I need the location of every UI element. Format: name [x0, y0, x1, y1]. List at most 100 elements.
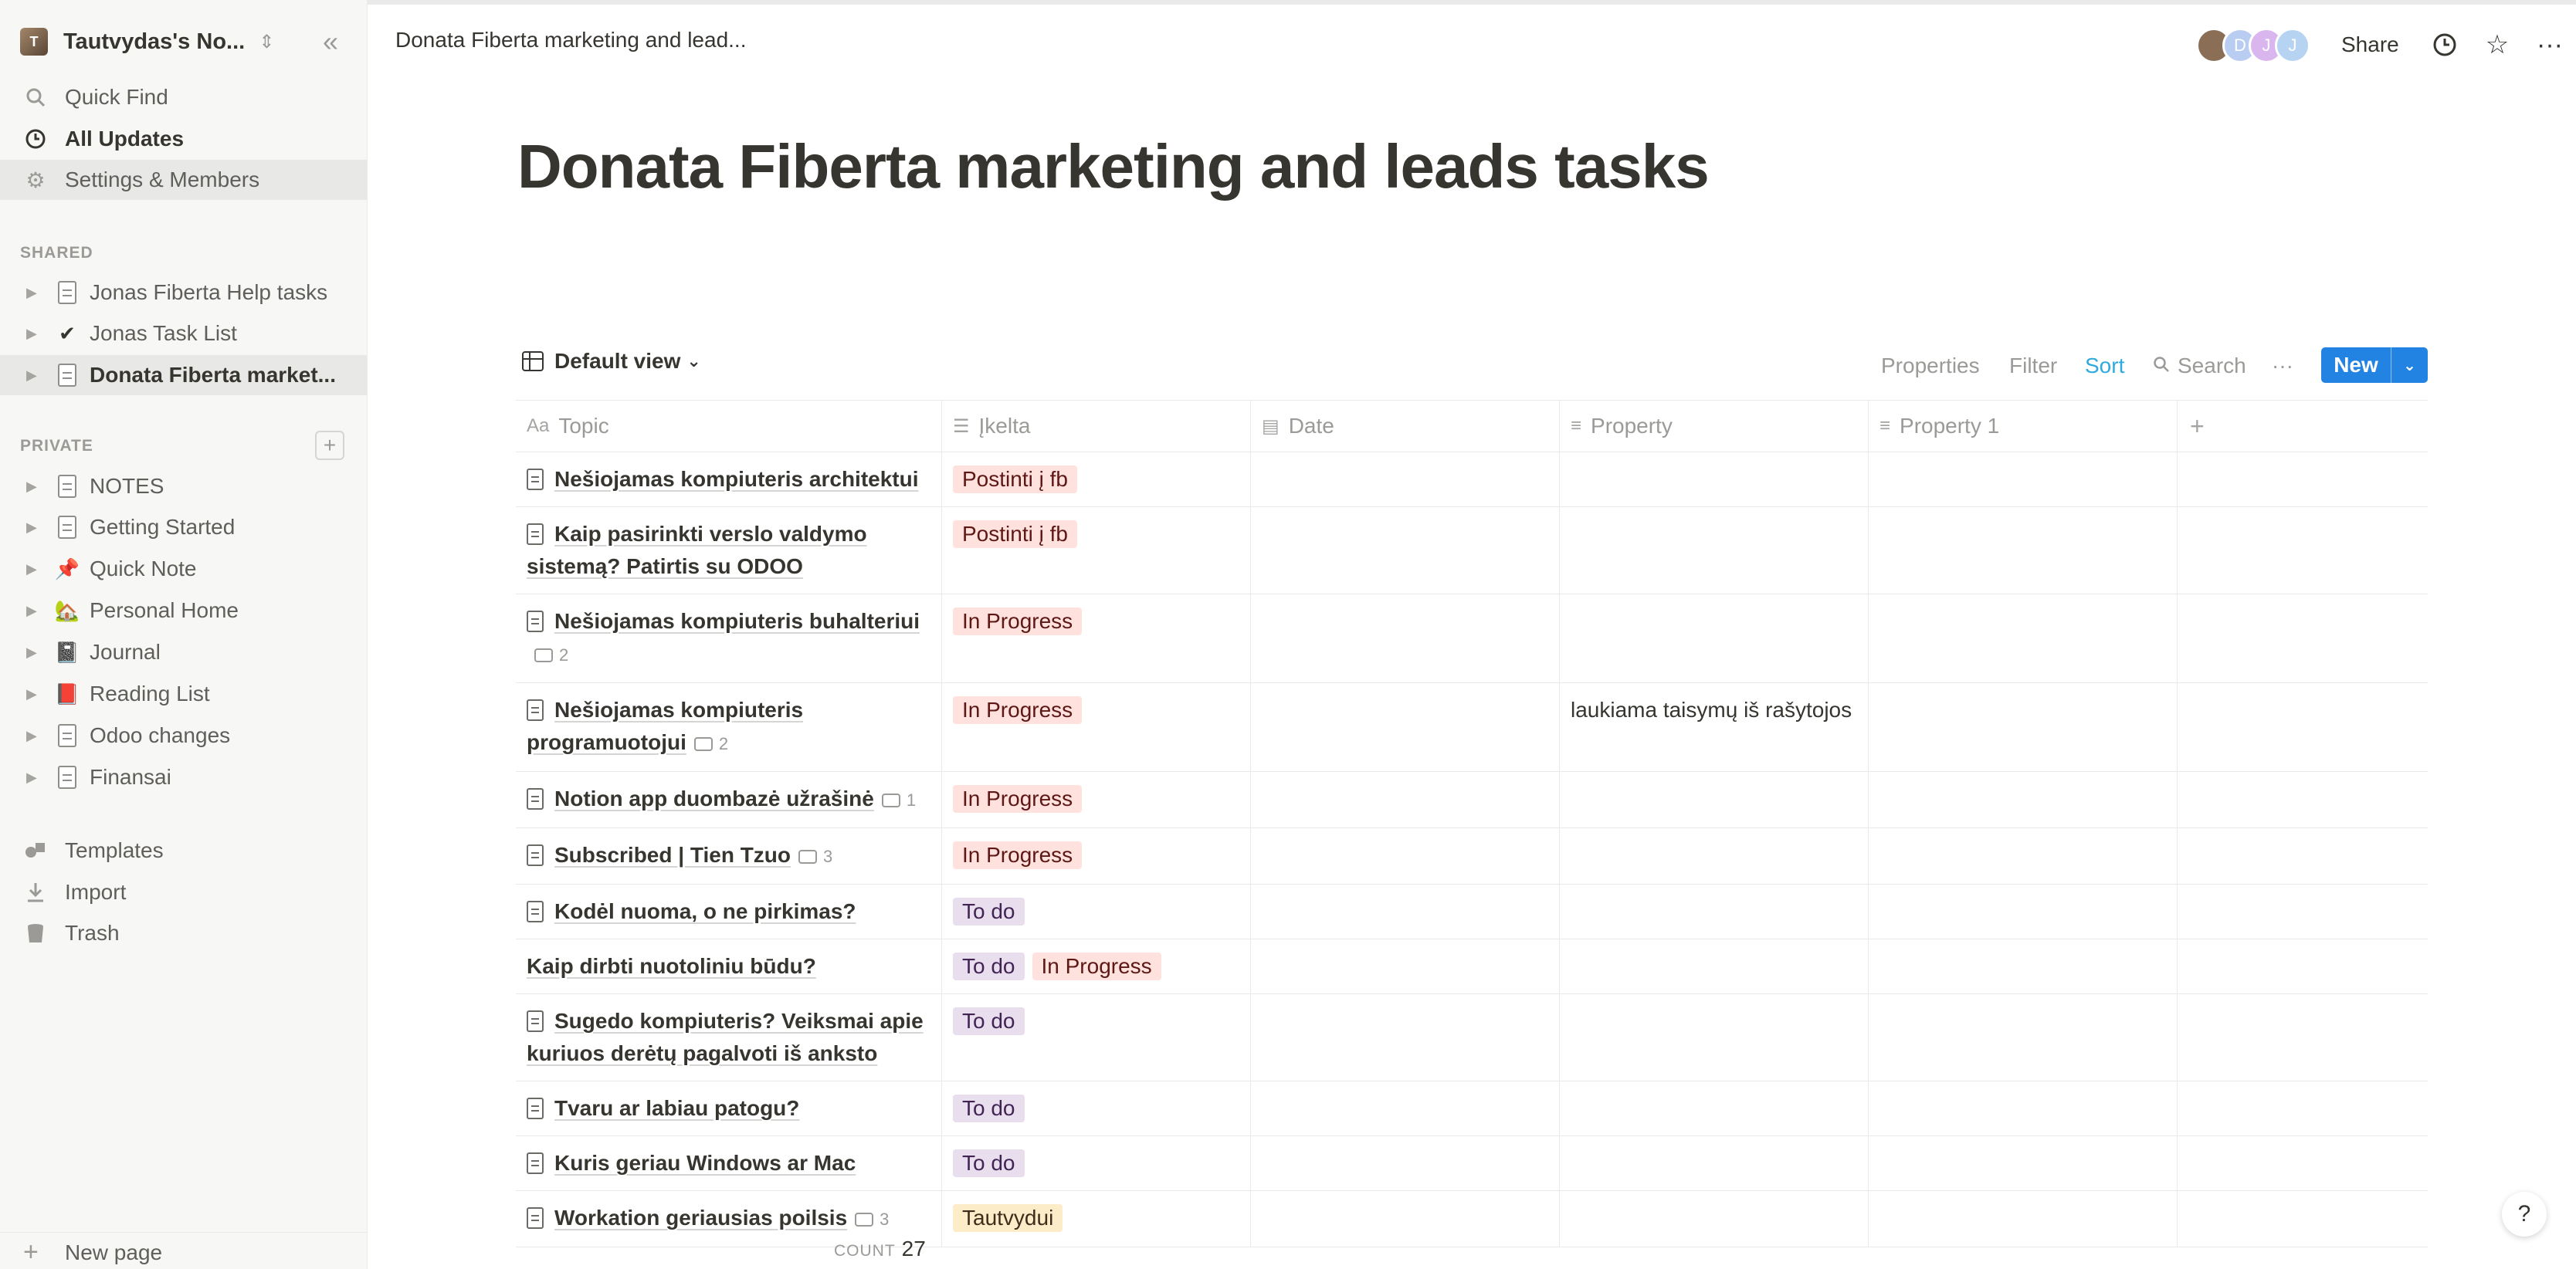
history-clock-icon[interactable]: [2428, 28, 2462, 62]
cell-property[interactable]: [1560, 1136, 1869, 1190]
comment-count[interactable]: 3: [798, 841, 832, 873]
sidebar-settings-members[interactable]: ⚙ Settings & Members: [0, 160, 367, 200]
cell-topic[interactable]: Nešiojamas kompiuteris architektui: [516, 452, 942, 506]
new-page-button[interactable]: + New page: [0, 1232, 367, 1269]
topic-title[interactable]: Sugedo kompiuteris? Veiksmai apie kuriuo…: [527, 1009, 924, 1065]
comment-count[interactable]: 3: [855, 1203, 889, 1236]
sidebar-item-notes[interactable]: ▶ NOTES: [0, 466, 367, 506]
sidebar-templates[interactable]: Templates: [0, 831, 367, 871]
cell-date[interactable]: [1251, 452, 1560, 506]
comment-count[interactable]: 1: [881, 784, 916, 817]
cell-date[interactable]: [1251, 683, 1560, 771]
column-header-property[interactable]: ≡ Property: [1560, 401, 1869, 452]
sidebar-all-updates[interactable]: All Updates: [0, 119, 367, 159]
sidebar-item-finansai[interactable]: ▶ Finansai: [0, 757, 367, 797]
comment-count[interactable]: 2: [693, 728, 728, 760]
topic-title[interactable]: Kaip pasirinkti verslo valdymo sistemą? …: [527, 522, 867, 578]
comment-count[interactable]: 2: [534, 639, 568, 672]
cell-topic[interactable]: Sugedo kompiuteris? Veiksmai apie kuriuo…: [516, 994, 942, 1081]
cell-property-1[interactable]: [1869, 828, 2178, 884]
cell-property-1[interactable]: [1869, 1136, 2178, 1190]
sidebar-item-jonas-help-tasks[interactable]: ▶ Jonas Fiberta Help tasks: [0, 272, 367, 313]
table-row[interactable]: Tvaru ar labiau patogu? To do: [516, 1081, 2428, 1136]
topic-title[interactable]: Notion app duombazė užrašinė: [554, 787, 874, 810]
topic-title[interactable]: Subscribed | Tien Tzuo: [554, 843, 791, 867]
cell-property-1[interactable]: [1869, 507, 2178, 594]
expand-triangle-icon[interactable]: ▶: [26, 479, 43, 495]
new-record-button[interactable]: New ⌄: [2321, 347, 2428, 383]
filter-button[interactable]: Filter: [2009, 354, 2057, 378]
column-header-ikelta[interactable]: ☰ Įkelta: [942, 401, 1251, 452]
expand-triangle-icon[interactable]: ▶: [26, 603, 43, 619]
cell-property[interactable]: [1560, 594, 1869, 682]
cell-property[interactable]: [1560, 939, 1869, 993]
cell-date[interactable]: [1251, 1191, 1560, 1247]
cell-topic[interactable]: Notion app duombazė užrašinė 1: [516, 772, 942, 827]
cell-ikelta[interactable]: Postinti į fb: [942, 507, 1251, 594]
cell-property-1[interactable]: [1869, 885, 2178, 939]
table-row[interactable]: Sugedo kompiuteris? Veiksmai apie kuriuo…: [516, 994, 2428, 1081]
column-header-date[interactable]: ▤ Date: [1251, 401, 1560, 452]
sidebar-item-odoo-changes[interactable]: ▶ Odoo changes: [0, 716, 367, 756]
sort-button[interactable]: Sort: [2085, 354, 2124, 378]
expand-triangle-icon[interactable]: ▶: [26, 561, 43, 577]
add-private-page-button[interactable]: +: [315, 431, 344, 460]
sidebar-trash[interactable]: Trash: [0, 913, 367, 953]
sidebar-quick-find[interactable]: Quick Find: [0, 77, 367, 117]
cell-topic[interactable]: Kaip dirbti nuotoliniu būdu?: [516, 939, 942, 993]
sidebar-item-donata-marketing[interactable]: ▶ Donata Fiberta market...: [0, 355, 367, 395]
cell-topic[interactable]: Subscribed | Tien Tzuo 3: [516, 828, 942, 884]
expand-triangle-icon[interactable]: ▶: [26, 728, 43, 744]
cell-date[interactable]: [1251, 828, 1560, 884]
table-row[interactable]: Kuris geriau Windows ar Mac To do: [516, 1136, 2428, 1191]
cell-property-1[interactable]: [1869, 772, 2178, 827]
cell-property[interactable]: [1560, 507, 1869, 594]
cell-ikelta[interactable]: In Progress: [942, 683, 1251, 771]
breadcrumb[interactable]: Donata Fiberta marketing and lead...: [395, 28, 746, 52]
page-title[interactable]: Donata Fiberta marketing and leads tasks: [517, 131, 1710, 202]
avatar[interactable]: J: [2275, 28, 2310, 63]
table-row[interactable]: Kaip pasirinkti verslo valdymo sistemą? …: [516, 507, 2428, 594]
expand-triangle-icon[interactable]: ▶: [26, 645, 43, 661]
expand-triangle-icon[interactable]: ▶: [26, 686, 43, 702]
cell-property-1[interactable]: [1869, 1081, 2178, 1135]
cell-ikelta[interactable]: To do: [942, 885, 1251, 939]
cell-property[interactable]: [1560, 828, 1869, 884]
cell-ikelta[interactable]: To do: [942, 1136, 1251, 1190]
expand-triangle-icon[interactable]: ▶: [26, 770, 43, 786]
search-button[interactable]: Search: [2153, 354, 2246, 378]
topic-title[interactable]: Nešiojamas kompiuteris architektui: [554, 467, 919, 491]
more-options-icon[interactable]: ···: [2533, 28, 2567, 62]
cell-topic[interactable]: Nešiojamas kompiuteris buhalteriui 2: [516, 594, 942, 682]
cell-ikelta[interactable]: To do: [942, 1081, 1251, 1135]
table-row[interactable]: Kaip dirbti nuotoliniu būdu? To do In Prog…: [516, 939, 2428, 994]
cell-ikelta[interactable]: Tautvydui: [942, 1191, 1251, 1247]
table-row[interactable]: Workation geriausias poilsis 3 Tautvydui: [516, 1191, 2428, 1247]
sidebar-item-personal-home[interactable]: ▶ 🏡 Personal Home: [0, 591, 367, 631]
cell-property-1[interactable]: [1869, 594, 2178, 682]
cell-date[interactable]: [1251, 885, 1560, 939]
cell-date[interactable]: [1251, 772, 1560, 827]
column-header-property-1[interactable]: ≡ Property 1: [1869, 401, 2178, 452]
cell-property[interactable]: [1560, 994, 1869, 1081]
cell-property-1[interactable]: [1869, 452, 2178, 506]
sidebar-import[interactable]: Import: [0, 872, 367, 912]
cell-property[interactable]: [1560, 1081, 1869, 1135]
favorite-star-icon[interactable]: ☆: [2480, 28, 2514, 62]
cell-topic[interactable]: Tvaru ar labiau patogu?: [516, 1081, 942, 1135]
topic-title[interactable]: Nešiojamas kompiuteris buhalteriui: [554, 609, 920, 633]
properties-button[interactable]: Properties: [1881, 354, 1980, 378]
expand-triangle-icon[interactable]: ▶: [26, 326, 43, 342]
help-button[interactable]: ?: [2502, 1192, 2547, 1237]
table-row[interactable]: Nešiojamas kompiuteris architektui Postin…: [516, 452, 2428, 507]
cell-ikelta[interactable]: In Progress: [942, 828, 1251, 884]
cell-date[interactable]: [1251, 1081, 1560, 1135]
table-row[interactable]: Nešiojamas kompiuteris programuotojui 2 In…: [516, 683, 2428, 772]
collapse-sidebar-icon[interactable]: «: [315, 25, 346, 59]
add-column-button[interactable]: +: [2178, 401, 2428, 452]
sidebar-item-reading-list[interactable]: ▶ 📕 Reading List: [0, 674, 367, 714]
cell-topic[interactable]: Kuris geriau Windows ar Mac: [516, 1136, 942, 1190]
cell-topic[interactable]: Nešiojamas kompiuteris programuotojui 2: [516, 683, 942, 771]
cell-ikelta[interactable]: To do In Progress: [942, 939, 1251, 993]
cell-ikelta[interactable]: In Progress: [942, 772, 1251, 827]
